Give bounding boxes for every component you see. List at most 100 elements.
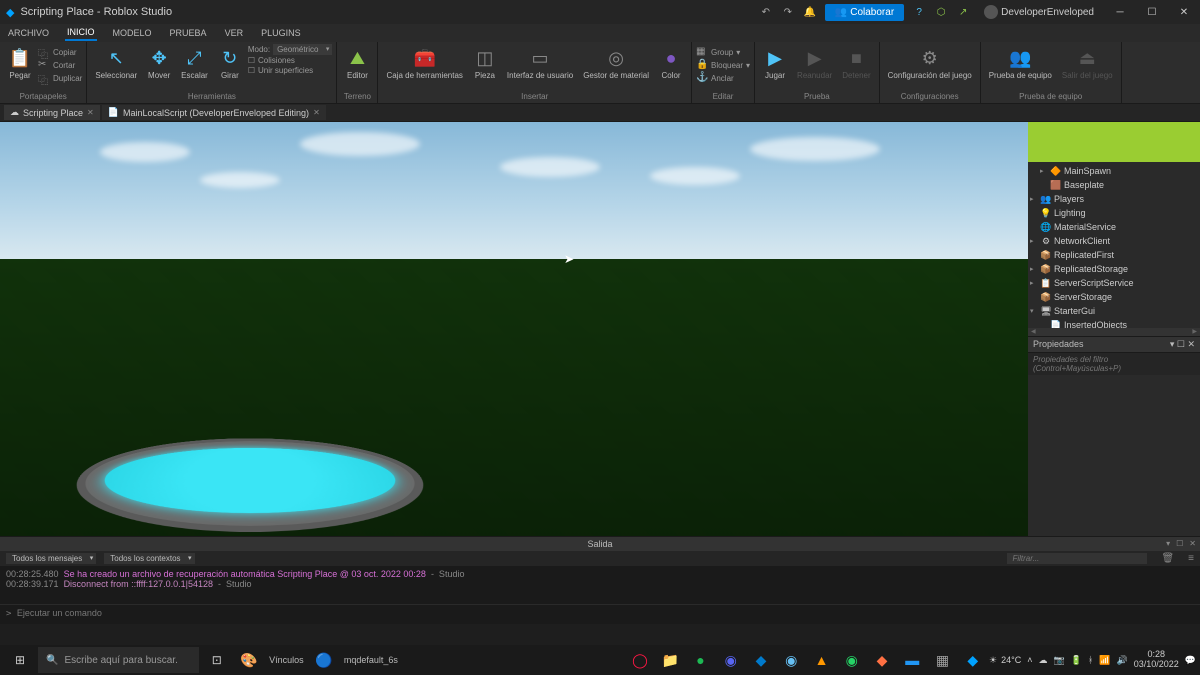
copy-button[interactable]: ⿻Copiar <box>38 46 82 58</box>
menu-file[interactable]: ARCHIVO <box>6 26 51 40</box>
tray-cloud-icon[interactable]: ☁ <box>1038 655 1047 666</box>
weather[interactable]: ☀24°C <box>989 655 1021 666</box>
tray-camera-icon[interactable]: 📷 <box>1053 655 1064 666</box>
tree-item[interactable]: ⚙NetworkClient <box>1028 234 1200 248</box>
join-toggle[interactable]: ☐Unir superficies <box>248 66 333 75</box>
terrain-editor-button[interactable]: ⛰Editor <box>341 44 373 82</box>
move-button[interactable]: ✥Mover <box>143 44 175 82</box>
tree-item[interactable]: 📋ServerScriptService <box>1028 276 1200 290</box>
menu-test[interactable]: PRUEBA <box>168 26 209 40</box>
maximize-button[interactable]: ☐ <box>1136 0 1168 24</box>
tray-volume-icon[interactable]: 🔊 <box>1117 655 1128 666</box>
game-config-button[interactable]: ⚙Configuración del juego <box>884 44 976 82</box>
viewport[interactable]: ➤ <box>0 122 1028 536</box>
app-opera[interactable]: ◯ <box>626 646 654 674</box>
explorer-panel: 🔶MainSpawn🟫Baseplate👥Players💡Lighting🌐Ma… <box>1028 162 1200 328</box>
properties-filter[interactable]: Propiedades del filtro (Control+Mayúscul… <box>1028 353 1200 375</box>
window-title: Scripting Place - Roblox Studio <box>20 6 172 18</box>
duplicate-button[interactable]: ⿻Duplicar <box>38 72 82 84</box>
close-button[interactable]: ✕ <box>1168 0 1200 24</box>
app-orange[interactable]: ▲ <box>807 646 835 674</box>
output-filter-contexts[interactable]: Todos los contextos <box>104 553 194 564</box>
tree-item[interactable]: 📄InsertedObjects <box>1028 318 1200 328</box>
lock-button[interactable]: 🔒Bloquear ▾ <box>696 59 750 71</box>
tab-script[interactable]: 📄 MainLocalScript (DeveloperEnveloped Ed… <box>102 105 326 120</box>
app-vscode[interactable]: ◆ <box>747 646 775 674</box>
tab-close-icon[interactable]: ✕ <box>87 108 94 117</box>
output-search[interactable]: Filtrar... <box>1007 553 1147 564</box>
menu-view[interactable]: VER <box>223 26 246 40</box>
group-clipboard-label: Portapapeles <box>4 91 82 101</box>
tree-item[interactable]: 🌐MaterialService <box>1028 220 1200 234</box>
toolbox-button[interactable]: 🧰Caja de herramientas <box>382 44 466 82</box>
tray-chevron-icon[interactable]: ˄ <box>1027 655 1032 665</box>
taskbar-linkfile[interactable]: mqdefault_6s <box>340 655 402 665</box>
taskbar-search[interactable]: 🔍Escribe aquí para buscar. <box>38 647 199 673</box>
anchor-button[interactable]: ⚓Anclar <box>696 72 750 84</box>
collaborate-button[interactable]: 👥Colaborar <box>825 4 904 21</box>
menu-home[interactable]: INICIO <box>65 25 97 41</box>
user-button[interactable]: DeveloperEnveloped <box>974 0 1104 24</box>
redo-icon[interactable]: ↷ <box>777 0 799 24</box>
output-header[interactable]: Salida ▾☐✕ <box>0 537 1200 551</box>
app-steam[interactable]: ◉ <box>777 646 805 674</box>
tree-item[interactable]: 📦ReplicatedFirst <box>1028 248 1200 262</box>
ribbon: 📋Pegar ⿻Copiar ✂Cortar ⿻Duplicar Portapa… <box>0 42 1200 104</box>
tree-item[interactable]: 📦ServerStorage <box>1028 290 1200 304</box>
app-spotify[interactable]: ● <box>686 646 714 674</box>
app-colors[interactable]: 🎨 <box>235 646 263 674</box>
paste-button[interactable]: 📋Pegar <box>4 44 36 82</box>
tree-item[interactable]: 💡Lighting <box>1028 206 1200 220</box>
minimize-button[interactable]: ─ <box>1104 0 1136 24</box>
app-file[interactable]: 🔵 <box>310 646 338 674</box>
ui-button[interactable]: ▭Interfaz de usuario <box>503 44 577 82</box>
tree-item[interactable]: 🟫Baseplate <box>1028 178 1200 192</box>
select-button[interactable]: ↖Seleccionar <box>91 44 141 82</box>
trash-icon[interactable]: 🗑 <box>1161 553 1174 564</box>
menu-icon[interactable]: ≡ <box>1188 553 1194 564</box>
tree-item[interactable]: 🖥StarterGui <box>1028 304 1200 318</box>
team-test-button[interactable]: 👥Prueba de equipo <box>985 44 1056 82</box>
play-button[interactable]: ▶Jugar <box>759 44 791 82</box>
app-notes[interactable]: ▬ <box>898 646 926 674</box>
menu-plugins[interactable]: PLUGINS <box>259 26 303 40</box>
app-roblox[interactable]: ◆ <box>959 646 987 674</box>
undo-icon[interactable]: ↶ <box>755 0 777 24</box>
material-button[interactable]: ◎Gestor de material <box>579 44 653 82</box>
clock[interactable]: 0:2803/10/2022 <box>1134 650 1179 670</box>
help-icon[interactable]: ? <box>908 0 930 24</box>
scale-button[interactable]: ⤢Escalar <box>177 44 212 82</box>
start-button[interactable]: ⊞ <box>4 646 36 674</box>
app-explorer[interactable]: 📁 <box>656 646 684 674</box>
upgrade-icon[interactable]: ⬡ <box>930 0 952 24</box>
share-icon[interactable]: ↗ <box>952 0 974 24</box>
rotate-button[interactable]: ↻Girar <box>214 44 246 82</box>
cloud-icon: ☁ <box>10 107 19 118</box>
tray-wifi-icon[interactable]: 📶 <box>1099 655 1110 666</box>
app-whatsapp[interactable]: ◉ <box>838 646 866 674</box>
tree-item[interactable]: 📦ReplicatedStorage <box>1028 262 1200 276</box>
tray-battery-icon[interactable]: 🔋 <box>1071 655 1082 666</box>
group-button[interactable]: ▦Group ▾ <box>696 46 750 58</box>
task-view[interactable]: ⊡ <box>201 646 233 674</box>
tray-notif-icon[interactable]: 💬 <box>1185 655 1196 666</box>
app-discord[interactable]: ◉ <box>717 646 745 674</box>
cut-button[interactable]: ✂Cortar <box>38 59 82 71</box>
properties-header[interactable]: Propiedades▾ ☐ ✕ <box>1028 336 1200 353</box>
tab-place[interactable]: ☁ Scripting Place ✕ <box>4 105 100 120</box>
taskbar-links[interactable]: Vínculos <box>265 655 308 665</box>
tray-bluetooth-icon[interactable]: ᚼ <box>1088 655 1093 665</box>
bell-icon[interactable]: 🔔 <box>799 0 821 24</box>
part-button[interactable]: ◫Pieza <box>469 44 501 82</box>
output-filter-messages[interactable]: Todos los mensajes <box>6 553 96 564</box>
tree-item[interactable]: 👥Players <box>1028 192 1200 206</box>
tree-item[interactable]: 🔶MainSpawn <box>1028 164 1200 178</box>
app-misc[interactable]: ▦ <box>928 646 956 674</box>
tab-close-icon[interactable]: ✕ <box>313 108 320 117</box>
command-input[interactable]: > Ejecutar un comando <box>0 604 1200 624</box>
menu-model[interactable]: MODELO <box>111 26 154 40</box>
collisions-toggle[interactable]: ☐Colisiones <box>248 56 333 65</box>
app-blender[interactable]: ◆ <box>868 646 896 674</box>
mode-dropdown[interactable]: Geométrico <box>273 44 332 55</box>
color-button[interactable]: ●Color <box>655 44 687 82</box>
